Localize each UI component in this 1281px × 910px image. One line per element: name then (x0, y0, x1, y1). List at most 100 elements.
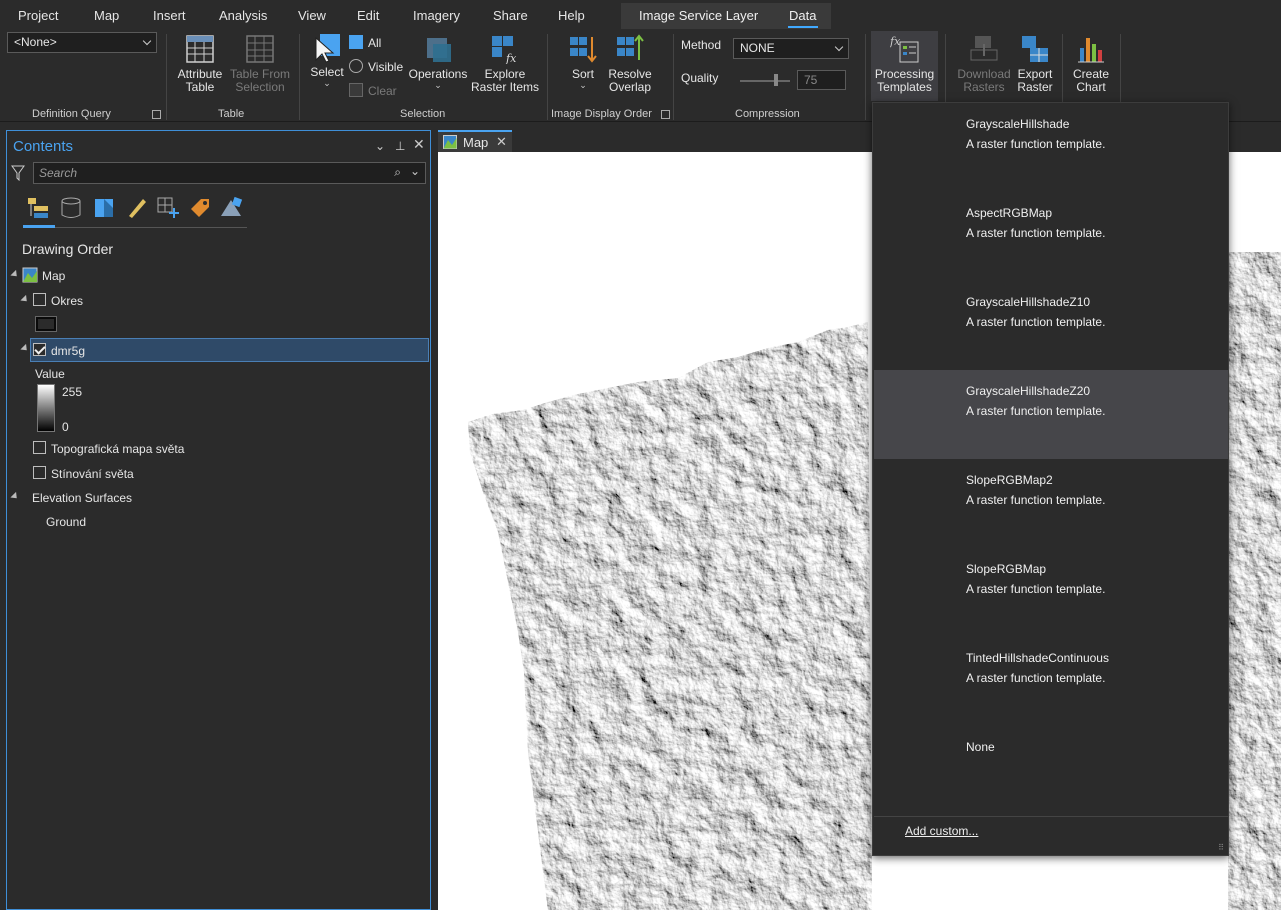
list-by-drawing-order-icon[interactable] (26, 196, 50, 220)
table-icon (185, 34, 215, 64)
processing-templates-button[interactable]: fx Processing Templates (871, 34, 938, 94)
dialog-launcher-icon[interactable] (661, 110, 670, 119)
template-item-6[interactable]: TintedHillshadeContinuous A raster funct… (874, 637, 1228, 726)
download-rasters-label: Download Rasters (957, 67, 1011, 94)
tree-item-topografická-mapa[interactable]: Topografická mapa světa (51, 442, 184, 456)
tree-item-elevation-surfaces[interactable]: Elevation Surfaces (32, 491, 132, 505)
method-select[interactable]: NONE (733, 38, 849, 59)
menu-map[interactable]: Map (94, 8, 119, 23)
ribbon-separator (166, 34, 167, 120)
search-input[interactable]: Search ⌕ ⌄ (33, 162, 426, 184)
add-custom-link[interactable]: Add custom... (905, 824, 978, 838)
template-item-2[interactable]: GrayscaleHillshadeZ10 A raster function … (874, 281, 1228, 370)
template-name: SlopeRGBMap (966, 562, 1047, 576)
template-item-5[interactable]: SlopeRGBMap A raster function template. (874, 548, 1228, 637)
select-visible-button[interactable]: Visible (349, 59, 403, 74)
attribute-table-button[interactable]: Attribute Table (172, 34, 228, 94)
select-button[interactable]: Select ⌄ (307, 32, 347, 88)
quality-slider[interactable] (740, 74, 790, 86)
template-item-1[interactable]: AspectRGBMap A raster function template. (874, 192, 1228, 281)
sort-icon (568, 34, 598, 64)
quality-label: Quality (681, 71, 719, 85)
tree-item-dmr5g[interactable]: dmr5g (51, 344, 85, 358)
tree-item-ground[interactable]: Ground (46, 515, 86, 529)
menu-view[interactable]: View (298, 8, 326, 23)
tree-item-okres[interactable]: Okres (51, 294, 83, 308)
template-desc: A raster function template. (966, 226, 1106, 240)
list-by-perspective-icon[interactable] (219, 196, 243, 220)
template-name: None (966, 740, 995, 754)
list-by-snapping-icon[interactable] (156, 196, 180, 220)
select-visible-label: Visible (368, 60, 404, 74)
menu-share[interactable]: Share (493, 8, 528, 23)
grayscale-ramp[interactable] (37, 384, 55, 432)
pane-options-chevron-icon[interactable]: ⌄ (375, 139, 385, 153)
menu-analysis[interactable]: Analysis (219, 8, 267, 23)
tab-image-service-layer[interactable]: Image Service Layer (639, 8, 758, 23)
okres-visibility-checkbox[interactable] (33, 293, 46, 306)
list-by-data-source-icon[interactable] (59, 196, 83, 220)
group-label-definition-query: Definition Query (32, 108, 111, 120)
explore-raster-items-button[interactable]: fx Explore Raster Items (470, 34, 540, 94)
create-chart-label: Create Chart (1072, 67, 1110, 94)
template-item-3[interactable]: GrayscaleHillshadeZ20 A raster function … (874, 370, 1228, 459)
search-icon[interactable]: ⌕ (394, 165, 401, 180)
explore-raster-icon: fx (490, 34, 520, 65)
tree-item-map[interactable]: Map (42, 269, 65, 283)
dmr5g-visibility-checkbox[interactable] (33, 343, 46, 356)
topo-visibility-checkbox[interactable] (33, 441, 46, 454)
drawing-order-heading: Drawing Order (22, 241, 114, 257)
stinovani-visibility-checkbox[interactable] (33, 466, 46, 479)
bar-chart-icon (1076, 34, 1106, 64)
template-name: GrayscaleHillshade (966, 117, 1070, 131)
close-icon[interactable]: ✕ (413, 136, 425, 153)
list-by-selection-icon[interactable] (92, 196, 116, 220)
template-desc: A raster function template. (966, 582, 1106, 596)
operations-button[interactable]: Operations ⌄ (406, 34, 470, 90)
collapse-triangle-icon[interactable] (20, 343, 30, 354)
template-item-7[interactable]: None (874, 726, 1228, 815)
filter-icon[interactable] (11, 165, 25, 184)
dialog-launcher-icon[interactable] (152, 110, 161, 119)
tab-data[interactable]: Data (789, 8, 816, 23)
download-icon (969, 34, 999, 64)
tree-item-stinovani-sveta[interactable]: Stínování světa (51, 467, 134, 481)
okres-symbol[interactable] (35, 316, 57, 332)
svg-text:fx: fx (890, 35, 901, 48)
select-all-button[interactable]: All (349, 35, 381, 50)
menu-help[interactable]: Help (558, 8, 585, 23)
collapse-triangle-icon[interactable] (10, 269, 20, 280)
template-item-4[interactable]: SlopeRGBMap2 A raster function template. (874, 459, 1228, 548)
close-icon[interactable]: ✕ (496, 134, 507, 150)
tab-map[interactable]: Map ✕ (438, 130, 512, 152)
selected-layer-row[interactable] (30, 338, 429, 362)
template-desc: A raster function template. (966, 671, 1106, 685)
template-item-0[interactable]: GrayscaleHillshade A raster function tem… (874, 103, 1228, 192)
ribbon-separator (673, 34, 674, 120)
definition-query-select[interactable]: <None> (7, 32, 157, 53)
resize-grip-icon[interactable]: ⠿ (1218, 843, 1224, 852)
collapse-triangle-icon[interactable] (20, 294, 30, 305)
list-by-editing-icon[interactable] (125, 196, 149, 220)
menu-edit[interactable]: Edit (357, 8, 379, 23)
list-by-labeling-icon[interactable] (188, 196, 212, 220)
menu-insert[interactable]: Insert (153, 8, 186, 23)
menu-project[interactable]: Project (18, 8, 58, 23)
resolve-overlap-button[interactable]: Resolve Overlap (602, 34, 658, 94)
export-raster-button[interactable]: Export Raster (1014, 34, 1056, 94)
pin-icon[interactable]: ⊥ (395, 139, 405, 153)
menu-imagery[interactable]: Imagery (413, 8, 460, 23)
quality-input[interactable]: 75 (797, 70, 846, 90)
collapse-triangle-icon[interactable] (10, 491, 20, 502)
download-rasters-button[interactable]: Download Rasters (953, 34, 1015, 94)
chevron-down-icon[interactable]: ⌄ (410, 164, 420, 178)
create-chart-button[interactable]: Create Chart (1068, 34, 1114, 94)
sort-button[interactable]: Sort ⌄ (563, 34, 603, 90)
group-label-image-display-order: Image Display Order (551, 108, 652, 120)
select-label: Select (310, 65, 344, 79)
slider-handle[interactable] (774, 74, 778, 86)
clear-selection-button[interactable]: Clear (349, 83, 397, 98)
table-from-selection-button[interactable]: Table From Selection (229, 34, 291, 94)
clear-label: Clear (368, 84, 397, 98)
menu-bar: Project Map Insert Analysis View Edit Im… (0, 0, 1281, 30)
